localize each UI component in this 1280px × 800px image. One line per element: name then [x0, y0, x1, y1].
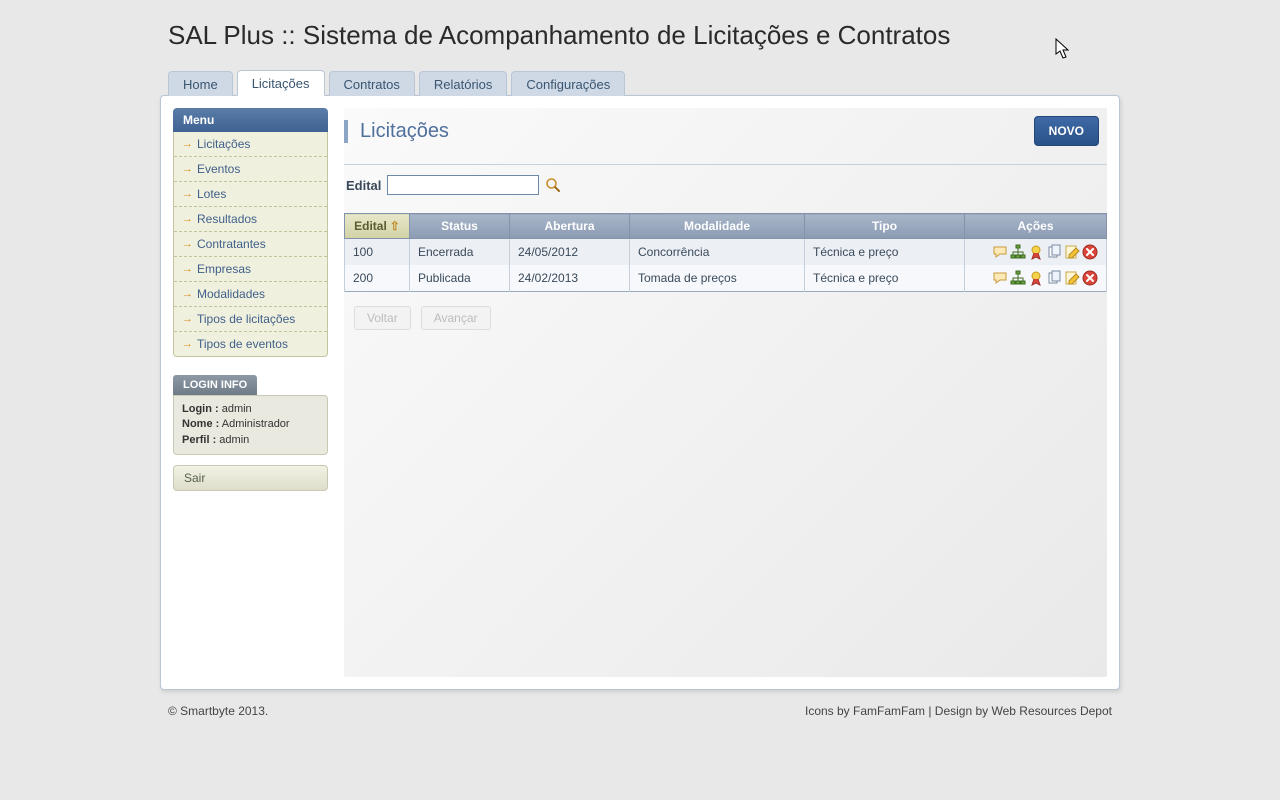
tab-bar: HomeLicitaçõesContratosRelatóriosConfigu…: [168, 69, 1120, 95]
perfil-value: admin: [219, 434, 249, 446]
sidebar-item-tiposdelicitacoes[interactable]: → Tipos de licitações: [174, 307, 327, 332]
table-row: 100Encerrada24/05/2012ConcorrênciaTécnic…: [345, 239, 1107, 266]
cell-edital: 200: [345, 265, 410, 292]
cell-abertura: 24/02/2013: [510, 265, 630, 292]
login-info-box: LOGIN INFO Login : admin Nome : Administ…: [173, 375, 328, 455]
arrow-right-icon: →: [182, 313, 193, 325]
logout-button[interactable]: Sair: [173, 465, 328, 491]
delete-icon[interactable]: [1082, 270, 1098, 286]
col-acoes[interactable]: Ações: [965, 214, 1107, 239]
award-icon[interactable]: [1028, 244, 1044, 260]
content-area: Licitações NOVO Edital Edital⇧StatusAber…: [344, 108, 1107, 677]
search-icon[interactable]: [545, 177, 561, 193]
footer-left: © Smartbyte 2013.: [168, 704, 268, 718]
sidebar-item-label: Modalidades: [197, 287, 265, 301]
col-edital[interactable]: Edital⇧: [345, 214, 410, 239]
edit-icon[interactable]: [1064, 270, 1080, 286]
sidebar-menu: → Licitações → Eventos → Lotes → Resultados → Con…: [173, 132, 328, 357]
tab-configuracoes[interactable]: Configurações: [511, 71, 625, 96]
sidebar-item-label: Tipos de eventos: [197, 337, 288, 351]
award-icon[interactable]: [1028, 270, 1044, 286]
sidebar-item-contratantes[interactable]: → Contratantes: [174, 232, 327, 257]
cell-status: Encerrada: [410, 239, 510, 266]
search-row: Edital: [344, 175, 1107, 195]
sort-asc-icon: ⇧: [390, 219, 400, 233]
login-info-body: Login : admin Nome : Administrador Perfi…: [173, 395, 328, 455]
sidebar-item-modalidades[interactable]: → Modalidades: [174, 282, 327, 307]
comment-icon[interactable]: [992, 244, 1008, 260]
sidebar-item-label: Eventos: [197, 162, 240, 176]
divider: [344, 164, 1107, 165]
delete-icon[interactable]: [1082, 244, 1098, 260]
arrow-right-icon: →: [182, 263, 193, 275]
pager: Voltar Avançar: [344, 306, 1107, 330]
arrow-right-icon: →: [182, 138, 193, 150]
pager-prev-button[interactable]: Voltar: [354, 306, 411, 330]
table-row: 200Publicada24/02/2013Tomada de preçosTé…: [345, 265, 1107, 292]
footer: © Smartbyte 2013. Icons by FamFamFam | D…: [160, 704, 1120, 718]
cell-modalidade: Concorrência: [630, 239, 805, 266]
search-label: Edital: [346, 178, 381, 193]
sidebar-item-eventos[interactable]: → Eventos: [174, 157, 327, 182]
sidebar-item-label: Tipos de licitações: [197, 312, 295, 326]
cell-modalidade: Tomada de preços: [630, 265, 805, 292]
page-title: Licitações: [344, 120, 449, 143]
login-value: admin: [222, 403, 252, 415]
cell-actions: [965, 265, 1107, 292]
pager-next-button[interactable]: Avançar: [421, 306, 491, 330]
arrow-right-icon: →: [182, 188, 193, 200]
sidebar-item-lotes[interactable]: → Lotes: [174, 182, 327, 207]
results-table: Edital⇧StatusAberturaModalidadeTipoAções…: [344, 213, 1107, 292]
clone-icon[interactable]: [1046, 270, 1062, 286]
sidebar-item-resultados[interactable]: → Resultados: [174, 207, 327, 232]
col-abertura[interactable]: Abertura: [510, 214, 630, 239]
sidebar-item-tiposdeeventos[interactable]: → Tipos de eventos: [174, 332, 327, 356]
perfil-label: Perfil :: [182, 434, 216, 446]
tree-icon[interactable]: [1010, 270, 1026, 286]
cell-actions: [965, 239, 1107, 266]
cell-edital: 100: [345, 239, 410, 266]
sidebar-item-empresas[interactable]: → Empresas: [174, 257, 327, 282]
tab-relatorios[interactable]: Relatórios: [419, 71, 508, 96]
sidebar-item-label: Empresas: [197, 262, 251, 276]
col-status[interactable]: Status: [410, 214, 510, 239]
arrow-right-icon: →: [182, 338, 193, 350]
cell-abertura: 24/05/2012: [510, 239, 630, 266]
login-info-header: LOGIN INFO: [173, 375, 257, 395]
comment-icon[interactable]: [992, 270, 1008, 286]
login-label: Login :: [182, 403, 219, 415]
sidebar-item-licitacoes[interactable]: → Licitações: [174, 132, 327, 157]
tab-contratos[interactable]: Contratos: [329, 71, 415, 96]
col-tipo[interactable]: Tipo: [805, 214, 965, 239]
nome-value: Administrador: [222, 418, 290, 430]
footer-right: Icons by FamFamFam | Design by Web Resou…: [805, 704, 1112, 718]
sidebar-header: Menu: [173, 108, 328, 132]
tab-home[interactable]: Home: [168, 71, 233, 96]
sidebar-item-label: Licitações: [197, 137, 250, 151]
main-panel: Menu → Licitações → Eventos → Lotes → Resultado…: [160, 95, 1120, 690]
cell-tipo: Técnica e preço: [805, 265, 965, 292]
tab-licitacoes[interactable]: Licitações: [237, 70, 325, 96]
nome-label: Nome :: [182, 418, 219, 430]
sidebar-item-label: Resultados: [197, 212, 257, 226]
sidebar: Menu → Licitações → Eventos → Lotes → Resultado…: [173, 108, 328, 677]
clone-icon[interactable]: [1046, 244, 1062, 260]
app-title: SAL Plus :: Sistema de Acompanhamento de…: [168, 20, 1120, 51]
search-input[interactable]: [387, 175, 539, 195]
arrow-right-icon: →: [182, 238, 193, 250]
new-button[interactable]: NOVO: [1034, 116, 1099, 146]
tree-icon[interactable]: [1010, 244, 1026, 260]
sidebar-item-label: Contratantes: [197, 237, 266, 251]
edit-icon[interactable]: [1064, 244, 1080, 260]
arrow-right-icon: →: [182, 163, 193, 175]
col-modalidade[interactable]: Modalidade: [630, 214, 805, 239]
arrow-right-icon: →: [182, 213, 193, 225]
cell-tipo: Técnica e preço: [805, 239, 965, 266]
arrow-right-icon: →: [182, 288, 193, 300]
sidebar-item-label: Lotes: [197, 187, 226, 201]
cell-status: Publicada: [410, 265, 510, 292]
